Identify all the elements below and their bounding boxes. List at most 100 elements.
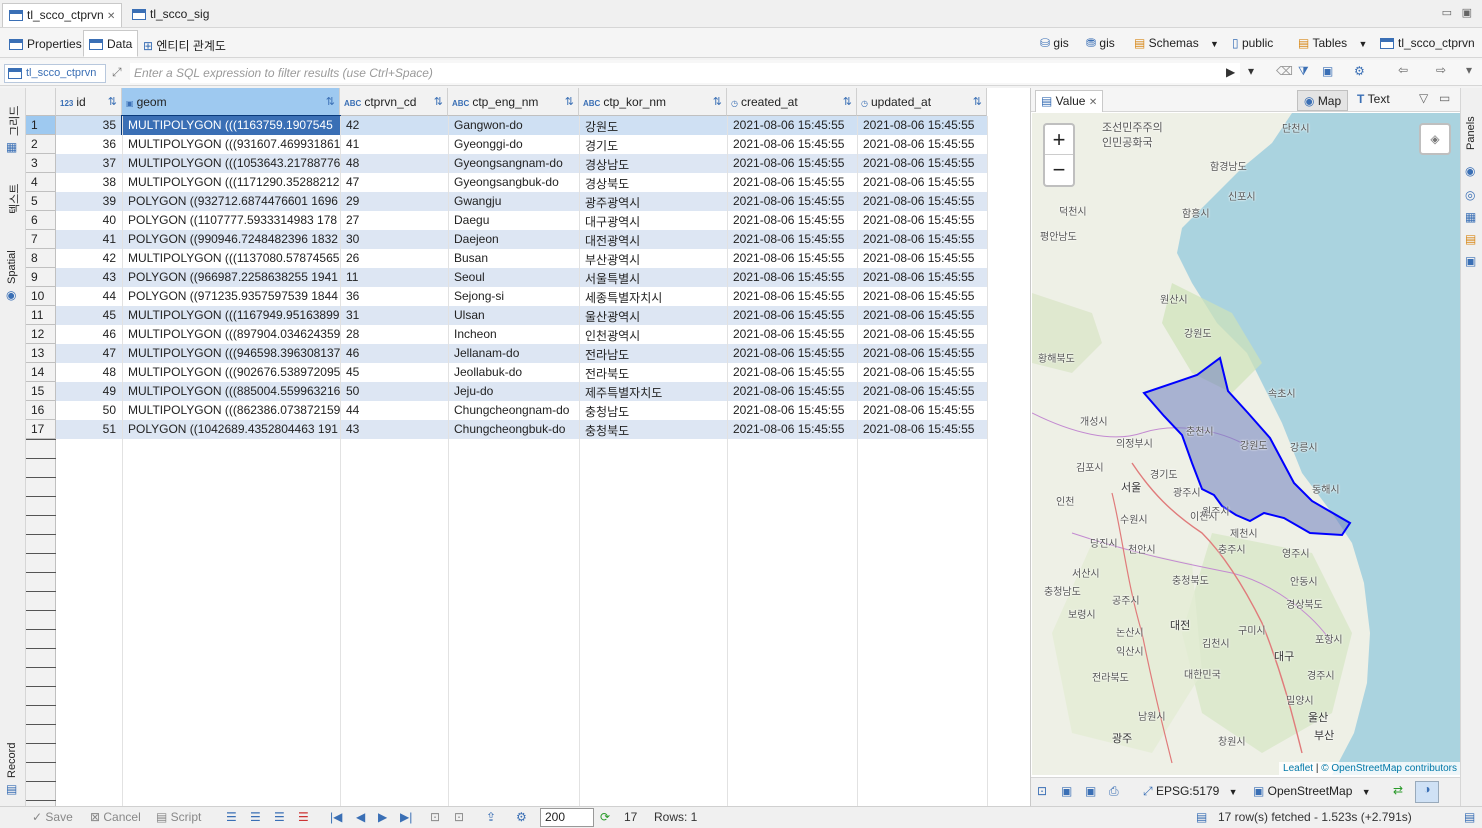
cell-created-at[interactable]: 2021-08-06 15:45:55 (727, 230, 857, 249)
row-number[interactable]: 14 (26, 363, 56, 382)
cell-updated-at[interactable]: 2021-08-06 15:45:55 (857, 211, 987, 230)
cell-created-at[interactable]: 2021-08-06 15:45:55 (727, 363, 857, 382)
cell-id[interactable]: 48 (56, 363, 122, 382)
cell-geom[interactable]: POLYGON ((966987.2258638255 1941 (122, 268, 340, 287)
refresh-icon[interactable]: ⟳ (600, 810, 610, 824)
cell-ctprvn-cd[interactable]: 31 (340, 306, 448, 325)
crs-selector[interactable]: ⤢ EPSG:5179 ▼ (1143, 784, 1238, 799)
breadcrumb-schema[interactable]: ▯ public (1232, 36, 1273, 50)
zoom-in-button[interactable]: + (1045, 125, 1073, 155)
breadcrumb-table[interactable]: tl_scco_ctprvn (1380, 36, 1475, 50)
row-number[interactable]: 13 (26, 344, 56, 363)
cell-id[interactable]: 51 (56, 420, 122, 439)
breadcrumb-tables[interactable]: ▤ Tables ▼ (1298, 36, 1367, 50)
cell-updated-at[interactable]: 2021-08-06 15:45:55 (857, 306, 987, 325)
filter-input[interactable]: Enter a SQL expression to filter results… (130, 63, 1240, 83)
cell-created-at[interactable]: 2021-08-06 15:45:55 (727, 211, 857, 230)
cell-geom[interactable]: MULTIPOLYGON (((1167949.95163899 (122, 306, 340, 325)
gear-icon[interactable]: ⚙ (516, 810, 527, 824)
cell-updated-at[interactable]: 2021-08-06 15:45:55 (857, 401, 987, 420)
osm-link[interactable]: © OpenStreetMap contributors (1321, 763, 1457, 774)
table-row[interactable]: 10 44 POLYGON ((971235.9357597539 1844 36 Se… (26, 287, 988, 306)
cell-ctp-kor-nm[interactable]: 경상남도 (579, 154, 727, 173)
cell-ctp-kor-nm[interactable]: 전라북도 (579, 363, 727, 382)
cell-id[interactable]: 43 (56, 268, 122, 287)
cell-ctp-eng-nm[interactable]: Incheon (448, 325, 579, 344)
copy-image-icon[interactable]: ▣ (1085, 784, 1096, 798)
tool-text[interactable]: 텍스트 (6, 184, 22, 214)
sort-filter-icon[interactable]: ⇅ (326, 95, 335, 108)
table-row[interactable]: 11 45 MULTIPOLYGON (((1167949.95163899 31 Ul… (26, 306, 988, 325)
sort-filter-icon[interactable]: ⇅ (565, 95, 574, 108)
cell-created-at[interactable]: 2021-08-06 15:45:55 (727, 382, 857, 401)
settings-icon[interactable]: ⚙ (1354, 64, 1365, 78)
cell-ctp-eng-nm[interactable]: Gyeongsangnam-do (448, 154, 579, 173)
cell-ctprvn-cd[interactable]: 29 (340, 192, 448, 211)
column-header-id[interactable]: 123 id ⇅ (56, 88, 122, 116)
column-header-updated-at[interactable]: ◷ updated_at ⇅ (857, 88, 987, 116)
sort-filter-icon[interactable]: ⇅ (108, 95, 117, 108)
cell-ctp-eng-nm[interactable]: Seoul (448, 268, 579, 287)
column-header-geom[interactable]: ▣ geom ⇅ (122, 88, 340, 116)
cell-updated-at[interactable]: 2021-08-06 15:45:55 (857, 325, 987, 344)
more-icon[interactable]: ▾ (1466, 63, 1472, 77)
table-row[interactable]: 13 47 MULTIPOLYGON (((946598.396308137 46 Je… (26, 344, 988, 363)
cell-ctprvn-cd[interactable]: 27 (340, 211, 448, 230)
cell-ctprvn-cd[interactable]: 44 (340, 401, 448, 420)
table-row[interactable]: 3 37 MULTIPOLYGON (((1053643.21788776 48 Gye… (26, 154, 988, 173)
save-button[interactable]: ✓ Save (32, 810, 73, 824)
cell-id[interactable]: 44 (56, 287, 122, 306)
filter-source[interactable]: tl_scco_ctprvn (4, 64, 106, 83)
tab-value[interactable]: ▤ Value ✕ (1035, 90, 1104, 112)
breadcrumb-schemas[interactable]: ▤ Schemas ▼ (1134, 36, 1219, 50)
table-row[interactable]: 1 35 MULTIPOLYGON (((1163759.1907545 42 Gang… (26, 115, 988, 136)
layers-icon[interactable]: ◈ (1419, 123, 1451, 155)
cell-id[interactable]: 35 (56, 116, 122, 135)
table-row[interactable]: 4 38 MULTIPOLYGON (((1171290.35288212 47 Gye… (26, 173, 988, 192)
cell-id[interactable]: 46 (56, 325, 122, 344)
table-row[interactable]: 9 43 POLYGON ((966987.2258638255 1941 11 Seo… (26, 268, 988, 287)
delete-row-icon[interactable]: ☰ (298, 810, 309, 824)
cell-created-at[interactable]: 2021-08-06 15:45:55 (727, 420, 857, 439)
sort-filter-icon[interactable]: ⇅ (973, 95, 982, 108)
map-view-button[interactable]: ◉ Map (1297, 90, 1349, 111)
cell-updated-at[interactable]: 2021-08-06 15:45:55 (857, 249, 987, 268)
cell-updated-at[interactable]: 2021-08-06 15:45:55 (857, 363, 987, 382)
info-icon[interactable]: ◉ (1465, 164, 1475, 178)
metadata-icon[interactable]: ◎ (1465, 188, 1475, 202)
cell-ctprvn-cd[interactable]: 36 (340, 287, 448, 306)
editor-tab-ctprvn[interactable]: tl_scco_ctprvn ✕ (2, 3, 123, 27)
cell-id[interactable]: 47 (56, 344, 122, 363)
column-header-created-at[interactable]: ◷ created_at ⇅ (727, 88, 857, 116)
cell-id[interactable]: 50 (56, 401, 122, 420)
row-number[interactable]: 6 (26, 211, 56, 230)
history-dropdown-icon[interactable]: ▾ (1248, 64, 1254, 78)
cell-ctp-kor-nm[interactable]: 경기도 (579, 135, 727, 154)
cell-created-at[interactable]: 2021-08-06 15:45:55 (727, 249, 857, 268)
row-number[interactable]: 2 (26, 135, 56, 154)
cell-ctp-eng-nm[interactable]: Gyeonggi-do (448, 135, 579, 154)
cell-updated-at[interactable]: 2021-08-06 15:45:55 (857, 154, 987, 173)
cell-id[interactable]: 49 (56, 382, 122, 401)
cell-geom[interactable]: MULTIPOLYGON (((931607.469931861 (122, 135, 340, 154)
cell-created-at[interactable]: 2021-08-06 15:45:55 (727, 173, 857, 192)
zoom-out-button[interactable]: − (1045, 155, 1073, 185)
cell-updated-at[interactable]: 2021-08-06 15:45:55 (857, 173, 987, 192)
cell-geom[interactable]: MULTIPOLYGON (((1171290.35288212 (122, 173, 340, 192)
cell-ctp-kor-nm[interactable]: 부산광역시 (579, 249, 727, 268)
record-icon[interactable]: ▤ (6, 782, 17, 796)
fetch-size-input[interactable]: 200 (540, 808, 594, 827)
cell-geom[interactable]: MULTIPOLYGON (((1137080.57874565 (122, 249, 340, 268)
cell-updated-at[interactable]: 2021-08-06 15:45:55 (857, 192, 987, 211)
row-number[interactable]: 16 (26, 401, 56, 420)
cell-ctp-eng-nm[interactable]: Daegu (448, 211, 579, 230)
filter-icon[interactable]: ⧩ (1298, 64, 1309, 79)
cell-ctp-eng-nm[interactable]: Chungcheongnam-do (448, 401, 579, 420)
sort-filter-icon[interactable]: ⇅ (434, 95, 443, 108)
text-view-button[interactable]: T Text (1357, 92, 1390, 106)
cell-geom[interactable]: MULTIPOLYGON (((897904.034624359 (122, 325, 340, 344)
table-row[interactable]: 6 40 POLYGON ((1107777.5933314983 178 27 Dae… (26, 211, 988, 230)
cell-created-at[interactable]: 2021-08-06 15:45:55 (727, 401, 857, 420)
cell-ctp-eng-nm[interactable]: Jellanam-do (448, 344, 579, 363)
cell-geom[interactable]: POLYGON ((1042689.4352804463 191 (122, 420, 340, 439)
